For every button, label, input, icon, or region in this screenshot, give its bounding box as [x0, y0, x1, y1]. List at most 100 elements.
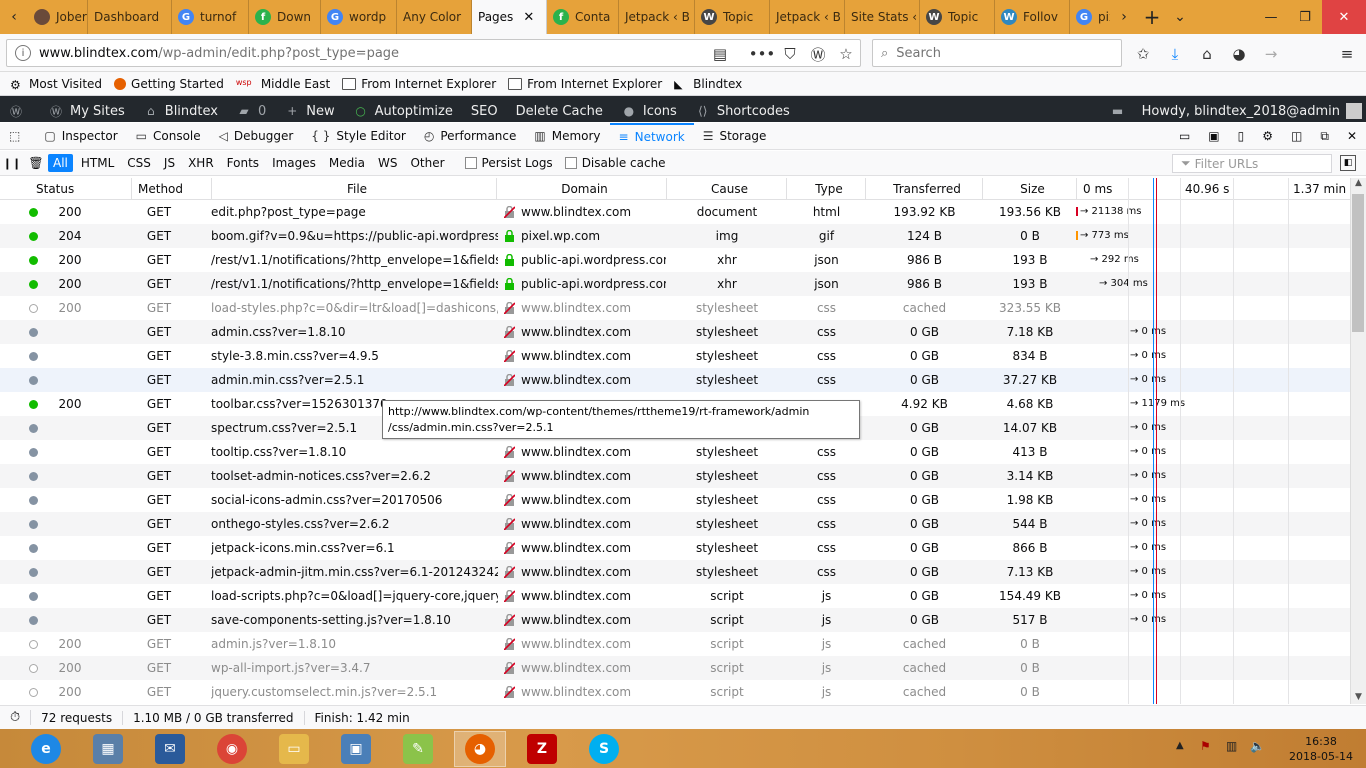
- close-window-icon[interactable]: ✕: [1322, 0, 1366, 34]
- tab-1[interactable]: Dashboard: [88, 0, 172, 34]
- hamburger-menu-icon[interactable]: ≡: [1337, 44, 1357, 64]
- scroll-down-icon[interactable]: ▼: [1351, 692, 1366, 702]
- minimize-icon[interactable]: —: [1254, 0, 1288, 34]
- bookmark-5[interactable]: ◣ Blindtex: [674, 77, 742, 91]
- taskbar-app-2[interactable]: ✉: [144, 731, 196, 767]
- taskbar-app-1[interactable]: ▦: [82, 731, 134, 767]
- wordpress-extension-icon[interactable]: Ⓦ: [808, 44, 828, 64]
- taskbar-app-5[interactable]: ▣: [330, 731, 382, 767]
- filter-all[interactable]: All: [48, 154, 73, 172]
- tab-10[interactable]: Jetpack ‹ B: [770, 0, 845, 34]
- tab-5[interactable]: Any Color: [397, 0, 472, 34]
- table-row[interactable]: GET toolset-admin-notices.css?ver=2.6.2 ww…: [0, 464, 1350, 488]
- bookmark-star-icon[interactable]: ☆: [836, 44, 856, 64]
- col-cause[interactable]: Cause: [667, 178, 787, 200]
- table-row[interactable]: GET style-3.8.min.css?ver=4.9.5 www.blindt…: [0, 344, 1350, 368]
- disable-cache-checkbox[interactable]: Disable cache: [564, 156, 666, 170]
- filter-urls-input[interactable]: ⏷ Filter URLs: [1172, 154, 1332, 173]
- wp-bar-item-8[interactable]: ● Icons: [621, 100, 677, 122]
- devtools-tab-debugger[interactable]: ◁ Debugger: [210, 123, 303, 150]
- bookmark-2[interactable]: wsp Middle East: [236, 77, 330, 91]
- filter-other[interactable]: Other: [405, 154, 449, 172]
- system-clock[interactable]: 16:38 2018-05-14: [1286, 734, 1356, 764]
- action-center-flag-icon[interactable]: ⚑: [1200, 739, 1211, 753]
- col-file[interactable]: File: [212, 178, 497, 200]
- new-tab-icon[interactable]: +: [1138, 0, 1166, 34]
- filter-xhr[interactable]: XHR: [183, 154, 219, 172]
- taskbar-app-8[interactable]: Z: [516, 731, 568, 767]
- site-info-icon[interactable]: i: [15, 45, 31, 61]
- volume-icon[interactable]: 🔈: [1250, 739, 1265, 753]
- tab-3[interactable]: f Down: [249, 0, 321, 34]
- filter-css[interactable]: CSS: [122, 154, 156, 172]
- col-size[interactable]: Size: [983, 178, 1077, 200]
- table-row[interactable]: GET jetpack-admin-jitm.min.css?ver=6.1-20…: [0, 560, 1350, 584]
- table-row[interactable]: 200 GET admin.js?ver=1.8.10 www.blindtex.co…: [0, 632, 1350, 656]
- restore-icon[interactable]: ❐: [1288, 0, 1322, 34]
- table-row[interactable]: 200 GET jquery.customselect.min.js?ver=2.5…: [0, 680, 1350, 704]
- table-row[interactable]: GET save-components-setting.js?ver=1.8.10…: [0, 608, 1350, 632]
- tab-close-icon[interactable]: ✕: [523, 10, 534, 25]
- col-type[interactable]: Type: [787, 178, 866, 200]
- filter-fonts[interactable]: Fonts: [222, 154, 264, 172]
- filter-images[interactable]: Images: [267, 154, 321, 172]
- devtools-tab-performance[interactable]: ◴ Performance: [415, 123, 526, 150]
- tab-12[interactable]: W Topic: [920, 0, 995, 34]
- devtools-tab-console[interactable]: ▭ Console: [127, 123, 210, 150]
- tab-13[interactable]: W Follov: [995, 0, 1070, 34]
- tab-scroll-left-icon[interactable]: ‹: [0, 0, 28, 34]
- bookmarks-menu-icon[interactable]: ✩: [1133, 44, 1153, 64]
- table-row[interactable]: GET admin.css?ver=1.8.10 www.blindtex.com s…: [0, 320, 1350, 344]
- table-row[interactable]: GET load-scripts.php?c=0&load[]=jquery-co…: [0, 584, 1350, 608]
- taskbar-app-0[interactable]: e: [20, 731, 72, 767]
- col-transferred[interactable]: Transferred: [866, 178, 983, 200]
- tab-7[interactable]: f Conta: [547, 0, 619, 34]
- table-row[interactable]: 200 GET load-styles.php?c=0&dir=ltr&load[]…: [0, 296, 1350, 320]
- filter-js[interactable]: JS: [159, 154, 180, 172]
- wp-bar-item-2[interactable]: ⌂ Blindtex: [143, 100, 218, 122]
- filter-ws[interactable]: WS: [373, 154, 402, 172]
- col-method[interactable]: Method: [132, 178, 212, 200]
- col-status[interactable]: Status: [30, 178, 132, 200]
- wp-bar-item-1[interactable]: Ⓦ My Sites: [48, 100, 125, 122]
- table-row[interactable]: 204 GET boom.gif?v=0.9&u=https://public-ap…: [0, 224, 1350, 248]
- screenshot-icon[interactable]: ▯: [1229, 123, 1254, 150]
- taskbar-app-9[interactable]: S: [578, 731, 630, 767]
- wp-bar-item-4[interactable]: + New: [284, 100, 334, 122]
- tab-0[interactable]: Jober: [28, 0, 88, 34]
- responsive-design-icon[interactable]: ▭: [1170, 123, 1199, 150]
- wp-bar-item-0[interactable]: Ⓦ: [8, 100, 30, 122]
- table-row[interactable]: GET jetpack-icons.min.css?ver=6.1 www.blin…: [0, 536, 1350, 560]
- wp-notifications-icon[interactable]: ▬: [1110, 100, 1132, 122]
- wp-bar-item-3[interactable]: ▰ 0: [236, 100, 266, 122]
- filter-html[interactable]: HTML: [76, 154, 119, 172]
- col-domain[interactable]: Domain: [497, 178, 667, 200]
- tab-8[interactable]: Jetpack ‹ B: [619, 0, 695, 34]
- table-row[interactable]: 200 GET edit.php?post_type=page www.blindte…: [0, 200, 1350, 224]
- reader-view-icon[interactable]: ▤: [710, 44, 730, 64]
- scrollbar-thumb[interactable]: [1352, 194, 1364, 332]
- scroll-up-icon[interactable]: ▲: [1351, 178, 1366, 188]
- wp-bar-item-9[interactable]: ⟨⟩ Shortcodes: [695, 100, 790, 122]
- taskbar-app-3[interactable]: ◉: [206, 731, 258, 767]
- color-extension-icon[interactable]: ◕: [1229, 44, 1249, 64]
- separate-window-icon[interactable]: ⧉: [1311, 123, 1338, 150]
- table-row[interactable]: 200 GET/rest/v1.1/notifications/?http_env…: [0, 248, 1350, 272]
- taskbar-app-4[interactable]: ▭: [268, 731, 320, 767]
- element-picker-icon[interactable]: ⬚: [0, 123, 35, 150]
- devtools-tab-memory[interactable]: ▥ Memory: [525, 123, 609, 150]
- pocket-icon[interactable]: ⛉: [780, 44, 800, 64]
- home-icon[interactable]: ⌂: [1197, 44, 1217, 64]
- forward-icon[interactable]: →: [1261, 44, 1281, 64]
- persist-logs-checkbox[interactable]: Persist Logs: [464, 156, 553, 170]
- tab-scroll-right-icon[interactable]: ›: [1110, 0, 1138, 34]
- devtools-tab-network[interactable]: ≡ Network: [609, 122, 694, 150]
- bookmark-1[interactable]: Getting Started: [114, 77, 224, 91]
- bookmark-0[interactable]: ⚙ Most Visited: [10, 77, 102, 92]
- url-bar[interactable]: i www.blindtex.com/wp-admin/edit.php?pos…: [6, 39, 861, 67]
- table-row[interactable]: GET admin.min.css?ver=2.5.1 www.blindtex.c…: [0, 368, 1350, 392]
- network-tray-icon[interactable]: ▥: [1226, 739, 1237, 753]
- wp-bar-item-6[interactable]: SEO: [471, 100, 498, 122]
- wp-bar-item-5[interactable]: ○ Autoptimize: [353, 100, 453, 122]
- tab-9[interactable]: W Topic: [695, 0, 770, 34]
